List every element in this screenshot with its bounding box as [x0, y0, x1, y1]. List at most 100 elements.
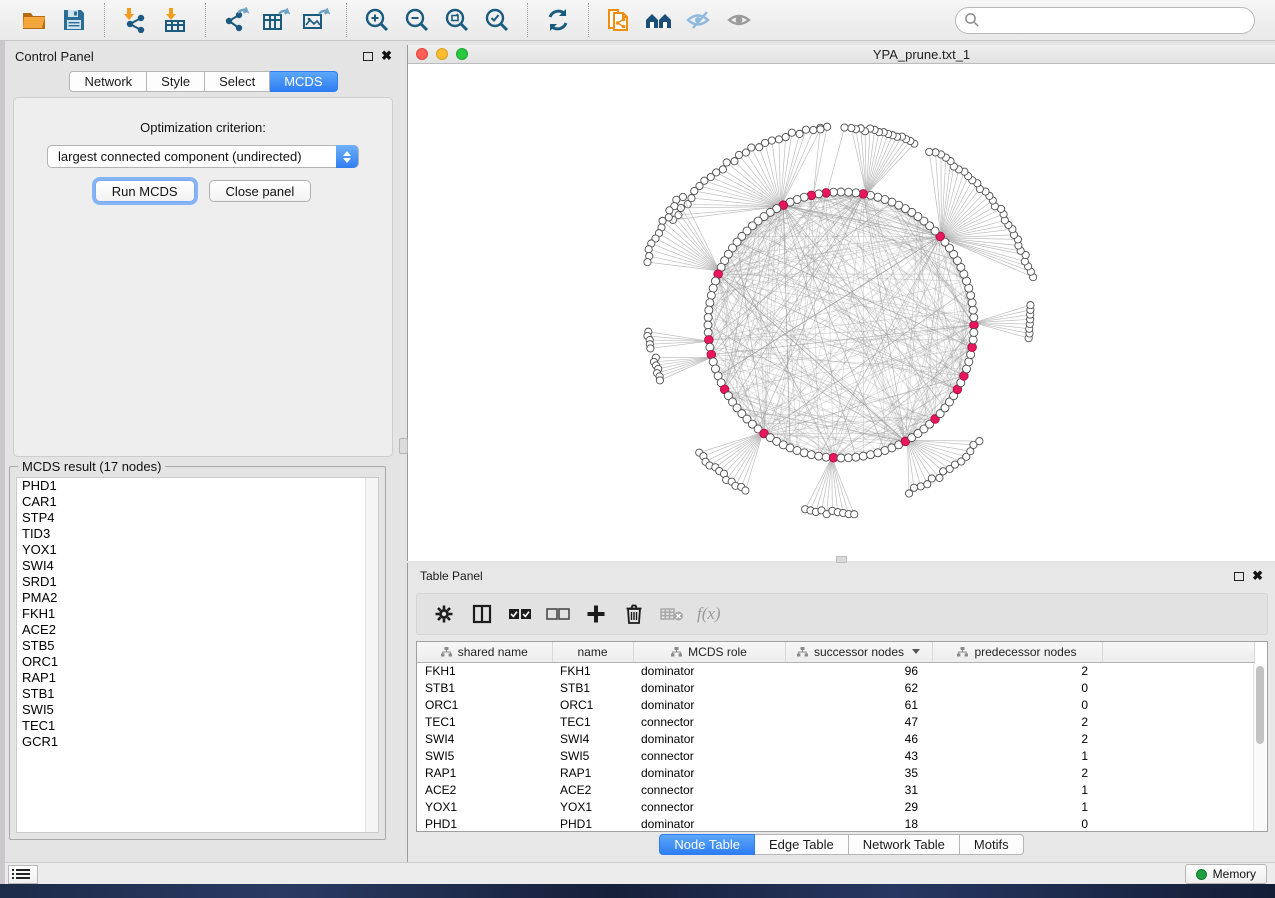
toolbar-separator: [527, 3, 528, 37]
gear-icon: [434, 604, 454, 624]
table-row[interactable]: FKH1FKH1dominator962: [417, 662, 1255, 679]
tab-select[interactable]: Select: [205, 71, 270, 92]
export-table-button[interactable]: [256, 3, 296, 37]
table-row[interactable]: RAP1RAP1dominator352: [417, 764, 1255, 781]
mcds-result-item[interactable]: STB5: [17, 638, 378, 654]
table-row[interactable]: ORC1ORC1dominator610: [417, 696, 1255, 713]
network-window-title: YPA_prune.txt_1: [408, 47, 1275, 62]
zoom-in-button[interactable]: [357, 3, 397, 37]
vertical-splitter-handle[interactable]: [399, 438, 408, 454]
mcds-result-item[interactable]: FKH1: [17, 606, 378, 622]
duplicate-network-button[interactable]: [599, 3, 639, 37]
first-neighbors-button[interactable]: [639, 3, 679, 37]
tab-style[interactable]: Style: [147, 71, 205, 92]
export-image-button[interactable]: [296, 3, 336, 37]
refresh-button[interactable]: [538, 3, 578, 37]
mcds-result-item[interactable]: RAP1: [17, 670, 378, 686]
columns-icon: [472, 604, 492, 624]
zoom-out-button[interactable]: [397, 3, 437, 37]
table-row[interactable]: SWI4SWI4dominator462: [417, 730, 1255, 747]
zoom-selected-icon: [484, 7, 510, 33]
table-settings-button[interactable]: [427, 597, 461, 631]
table-row[interactable]: YOX1YOX1connector291: [417, 798, 1255, 815]
show-column-button[interactable]: [465, 597, 499, 631]
mcds-result-item[interactable]: SRD1: [17, 574, 378, 590]
search-input[interactable]: [955, 7, 1255, 34]
column-header-name[interactable]: name: [552, 642, 633, 662]
horizontal-splitter-handle[interactable]: [836, 556, 847, 563]
eye-icon: [725, 9, 753, 31]
import-network-button[interactable]: [115, 3, 155, 37]
close-panel-button[interactable]: Close panel: [209, 180, 312, 202]
optimization-criterion-label: Optimization criterion:: [14, 120, 392, 135]
mcds-result-item[interactable]: TEC1: [17, 718, 378, 734]
run-mcds-button[interactable]: Run MCDS: [95, 180, 195, 202]
close-table-panel-icon[interactable]: ✖: [1252, 571, 1263, 581]
open-file-button[interactable]: [14, 3, 54, 37]
mcds-result-item[interactable]: YOX1: [17, 542, 378, 558]
search-icon: [964, 12, 980, 33]
table-toolbar: f(x): [416, 593, 1268, 635]
select-all-columns-button[interactable]: [503, 597, 537, 631]
mcds-result-item[interactable]: PHD1: [17, 478, 378, 494]
create-column-button[interactable]: [579, 597, 613, 631]
tab-edge-table[interactable]: Edge Table: [755, 834, 849, 855]
mcds-result-list[interactable]: PHD1CAR1STP4TID3YOX1SWI4SRD1PMA2FKH1ACE2…: [16, 477, 379, 833]
tab-network-table[interactable]: Network Table: [849, 834, 960, 855]
tab-network[interactable]: Network: [69, 71, 147, 92]
table-row[interactable]: SWI5SWI5connector431: [417, 747, 1255, 764]
tab-mcds[interactable]: MCDS: [270, 71, 337, 92]
tab-node-table[interactable]: Node Table: [659, 834, 755, 855]
column-header-predecessor-nodes[interactable]: predecessor nodes: [932, 642, 1102, 662]
table-row[interactable]: ACE2ACE2connector311: [417, 781, 1255, 798]
mcds-result-item[interactable]: GCR1: [17, 734, 378, 750]
mcds-result-item[interactable]: TID3: [17, 526, 378, 542]
table-scrollbar[interactable]: [1253, 664, 1266, 831]
mcds-result-item[interactable]: ORC1: [17, 654, 378, 670]
mcds-result-item[interactable]: CAR1: [17, 494, 378, 510]
float-table-panel-icon[interactable]: [1234, 572, 1244, 581]
deselect-all-columns-button[interactable]: [541, 597, 575, 631]
hierarchy-icon: [441, 647, 452, 657]
result-list-scrollbar[interactable]: [365, 478, 378, 832]
tab-motifs[interactable]: Motifs: [960, 834, 1024, 855]
sort-descending-icon: [912, 649, 920, 654]
show-all-button[interactable]: [719, 3, 759, 37]
desktop-edge-bottom: [0, 884, 1275, 898]
task-history-button[interactable]: [8, 865, 38, 884]
table-row[interactable]: STB1STB1dominator620: [417, 679, 1255, 696]
hierarchy-icon: [671, 647, 682, 657]
folder-icon: [21, 8, 47, 32]
memory-button[interactable]: Memory: [1185, 864, 1267, 884]
import-table-button[interactable]: [155, 3, 195, 37]
houses-icon: [644, 8, 674, 32]
float-panel-icon[interactable]: [363, 52, 373, 61]
network-canvas[interactable]: [408, 64, 1274, 561]
mcds-result-item[interactable]: STB1: [17, 686, 378, 702]
application-window: Control Panel ✖ Network Style Select MCD…: [0, 0, 1275, 898]
save-button[interactable]: [54, 3, 94, 37]
table-scrollbar-thumb[interactable]: [1256, 666, 1264, 744]
network-window-titlebar[interactable]: YPA_prune.txt_1: [408, 45, 1275, 64]
status-bar: Memory: [0, 862, 1275, 885]
mcds-result-item[interactable]: PMA2: [17, 590, 378, 606]
function-builder-button[interactable]: f(x): [693, 604, 721, 624]
optimization-criterion-select[interactable]: largest connected component (undirected): [47, 145, 359, 168]
close-panel-icon[interactable]: ✖: [381, 51, 392, 61]
zoom-selected-button[interactable]: [477, 3, 517, 37]
hide-selected-button[interactable]: [679, 3, 719, 37]
network-graph: [408, 64, 1274, 561]
delete-column-button[interactable]: [617, 597, 651, 631]
export-network-button[interactable]: [216, 3, 256, 37]
table-row[interactable]: PHD1PHD1dominator180: [417, 815, 1255, 832]
mcds-result-item[interactable]: ACE2: [17, 622, 378, 638]
mcds-result-item[interactable]: SWI4: [17, 558, 378, 574]
column-header-successor-nodes[interactable]: successor nodes: [785, 642, 932, 662]
column-header-mcds-role[interactable]: MCDS role: [633, 642, 785, 662]
table-row[interactable]: TEC1TEC1connector472: [417, 713, 1255, 730]
mcds-result-item[interactable]: SWI5: [17, 702, 378, 718]
column-header-shared-name[interactable]: shared name: [417, 642, 552, 662]
mcds-result-item[interactable]: STP4: [17, 510, 378, 526]
delete-table-button[interactable]: [655, 597, 689, 631]
zoom-fit-button[interactable]: [437, 3, 477, 37]
